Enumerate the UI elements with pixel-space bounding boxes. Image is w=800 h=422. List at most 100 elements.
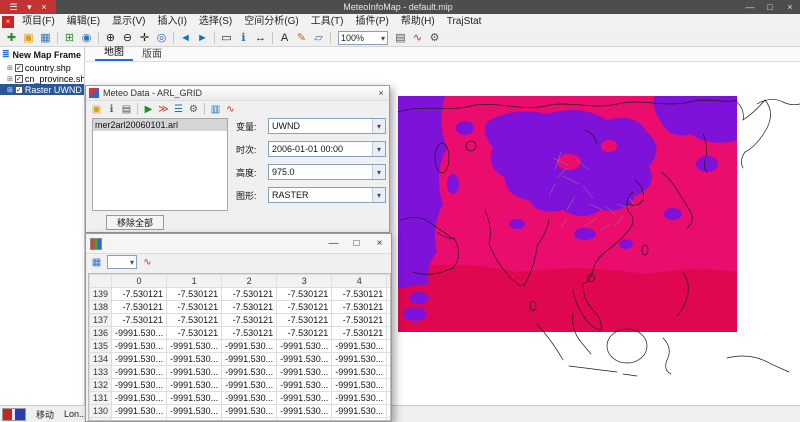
- menu-item-5[interactable]: 空间分析(G): [238, 14, 304, 30]
- level-select[interactable]: 975.0 ▾: [268, 164, 386, 180]
- open-data-icon[interactable]: ▣: [89, 102, 104, 116]
- table-cell[interactable]: -9991.530...: [331, 404, 388, 418]
- table-cell[interactable]: -7.530121: [166, 326, 223, 340]
- table-cell[interactable]: -7.530121: [111, 287, 168, 301]
- table-minimize-button[interactable]: —: [322, 234, 345, 254]
- table-cell[interactable]: -9991.530...: [276, 365, 333, 379]
- table-cell[interactable]: -9991.530...: [331, 378, 388, 392]
- toc-layer-2[interactable]: ⊞✓Raster UWND 975.0 2...: [0, 84, 84, 95]
- table-maximize-button[interactable]: □: [345, 234, 368, 254]
- table-cell[interactable]: -9991.530...: [331, 352, 388, 366]
- pan-icon[interactable]: ✛: [136, 31, 153, 46]
- menu-item-4[interactable]: 选择(S): [193, 14, 238, 30]
- table-cell[interactable]: -9991.530...: [166, 339, 223, 353]
- tab-map[interactable]: 地图: [95, 43, 133, 61]
- overlay-menu-icon[interactable]: ☰: [10, 2, 18, 13]
- row-header[interactable]: 135: [89, 339, 113, 353]
- table-cell[interactable]: -9991.530...: [276, 417, 333, 420]
- draw-data-icon[interactable]: ▶: [141, 102, 156, 116]
- add-layer-icon[interactable]: ⊞: [61, 31, 78, 46]
- row-header[interactable]: 133: [89, 365, 113, 379]
- row-header[interactable]: 132: [89, 378, 113, 392]
- row-header[interactable]: 130: [89, 404, 113, 418]
- table-cell[interactable]: -9991.530...: [386, 391, 390, 405]
- overlay-collapse-icon[interactable]: ▾: [27, 2, 32, 13]
- window-minimize-button[interactable]: —: [740, 0, 760, 14]
- column-header-0[interactable]: 0: [111, 274, 168, 288]
- table-cell[interactable]: -9991.530...: [166, 352, 223, 366]
- expand-icon[interactable]: ⊞: [7, 64, 13, 72]
- table-cell[interactable]: -9991.530...: [276, 391, 333, 405]
- draw-pencil-icon[interactable]: ✎: [293, 31, 310, 46]
- table-cell[interactable]: -9991.530...: [331, 339, 388, 353]
- file-item[interactable]: mer2arl20060101.arl: [93, 119, 227, 131]
- table-cell[interactable]: -7.530121: [166, 287, 223, 301]
- table-cell[interactable]: -9991.530...: [276, 378, 333, 392]
- zoom-previous-icon[interactable]: ◄: [177, 31, 194, 46]
- table-cell[interactable]: -9991.530...: [111, 365, 168, 379]
- tab-layout[interactable]: 版面: [133, 45, 171, 61]
- meteo-dialog-titlebar[interactable]: Meteo Data - ARL_GRID ×: [86, 86, 389, 101]
- table-cell[interactable]: -9991.530...: [111, 391, 168, 405]
- table-cell[interactable]: -7.530121: [221, 300, 278, 314]
- menu-item-1[interactable]: 编辑(E): [61, 14, 106, 30]
- table-cell[interactable]: -7.530121: [386, 326, 390, 340]
- table-cell[interactable]: -7.530121: [111, 300, 168, 314]
- remove-all-button[interactable]: 移除全部: [106, 215, 164, 230]
- data-settings-icon[interactable]: ⚙: [186, 102, 201, 116]
- label-text-icon[interactable]: A: [276, 31, 293, 46]
- row-header[interactable]: 129: [89, 417, 113, 420]
- plot-type-select[interactable]: RASTER ▾: [268, 187, 386, 203]
- overlay-close-icon[interactable]: ×: [41, 2, 46, 12]
- variable-select[interactable]: UWND ▾: [268, 118, 386, 134]
- table-cell[interactable]: -9991.530...: [166, 391, 223, 405]
- attribute-table-icon[interactable]: ▤: [392, 31, 409, 46]
- menu-item-2[interactable]: 显示(V): [106, 14, 151, 30]
- row-header[interactable]: 137: [89, 313, 113, 327]
- table-cell[interactable]: -9991.530...: [221, 404, 278, 418]
- table-cell[interactable]: -7.530121: [276, 300, 333, 314]
- menu-item-8[interactable]: 帮助(H): [395, 14, 441, 30]
- expand-icon[interactable]: ⊞: [7, 75, 13, 83]
- table-cell[interactable]: -7.530121: [221, 326, 278, 340]
- menu-item-9[interactable]: TrajStat: [441, 14, 488, 30]
- table-cell[interactable]: -7.530121: [331, 326, 388, 340]
- table-cell[interactable]: -9991.530...: [221, 417, 278, 420]
- measure-icon[interactable]: ↔: [252, 31, 269, 46]
- table-cell[interactable]: -9991.530...: [386, 352, 390, 366]
- row-header[interactable]: 138: [89, 300, 113, 314]
- table-cell[interactable]: -7.530121: [276, 287, 333, 301]
- table-cell[interactable]: -9991.530...: [276, 404, 333, 418]
- full-extent-icon[interactable]: ◎: [153, 31, 170, 46]
- table-cell[interactable]: -9991.530...: [276, 352, 333, 366]
- table-cell[interactable]: -9991.530...: [111, 326, 168, 340]
- table-cell[interactable]: -9991.530...: [111, 404, 168, 418]
- row-header[interactable]: 134: [89, 352, 113, 366]
- table-cell[interactable]: -7.530121: [221, 287, 278, 301]
- column-header-5[interactable]: 5: [386, 274, 390, 288]
- table-cell[interactable]: -7.530121: [386, 313, 390, 327]
- open-project-icon[interactable]: ▣: [20, 31, 37, 46]
- expand-icon[interactable]: ⊞: [7, 86, 13, 94]
- save-project-icon[interactable]: ▦: [37, 31, 54, 46]
- table-cell[interactable]: -9991.530...: [221, 378, 278, 392]
- save-table-icon[interactable]: ▦: [89, 255, 104, 269]
- table-cell[interactable]: -7.530121: [221, 313, 278, 327]
- layer-checkbox[interactable]: ✓: [14, 85, 23, 94]
- select-feature-icon[interactable]: ▭: [218, 31, 235, 46]
- add-frame-icon[interactable]: ✚: [3, 31, 20, 46]
- table-cell[interactable]: -7.530121: [166, 313, 223, 327]
- table-cell[interactable]: -7.530121: [276, 326, 333, 340]
- map-frame-node[interactable]: ≣ New Map Frame: [0, 47, 84, 62]
- layer-checkbox[interactable]: ✓: [14, 74, 23, 83]
- chart-tool-icon[interactable]: ∿: [409, 31, 426, 46]
- zoom-level-select[interactable]: 100% ▾: [338, 31, 388, 45]
- menu-item-6[interactable]: 工具(T): [305, 14, 350, 30]
- column-header-4[interactable]: 4: [331, 274, 388, 288]
- table-cell[interactable]: -9991.530...: [331, 391, 388, 405]
- table-close-button[interactable]: ×: [368, 234, 391, 254]
- table-cell[interactable]: -9991.530...: [111, 378, 168, 392]
- row-header[interactable]: 139: [89, 287, 113, 301]
- table-cell[interactable]: -7.530121: [166, 300, 223, 314]
- table-cell[interactable]: -7.530121: [386, 300, 390, 314]
